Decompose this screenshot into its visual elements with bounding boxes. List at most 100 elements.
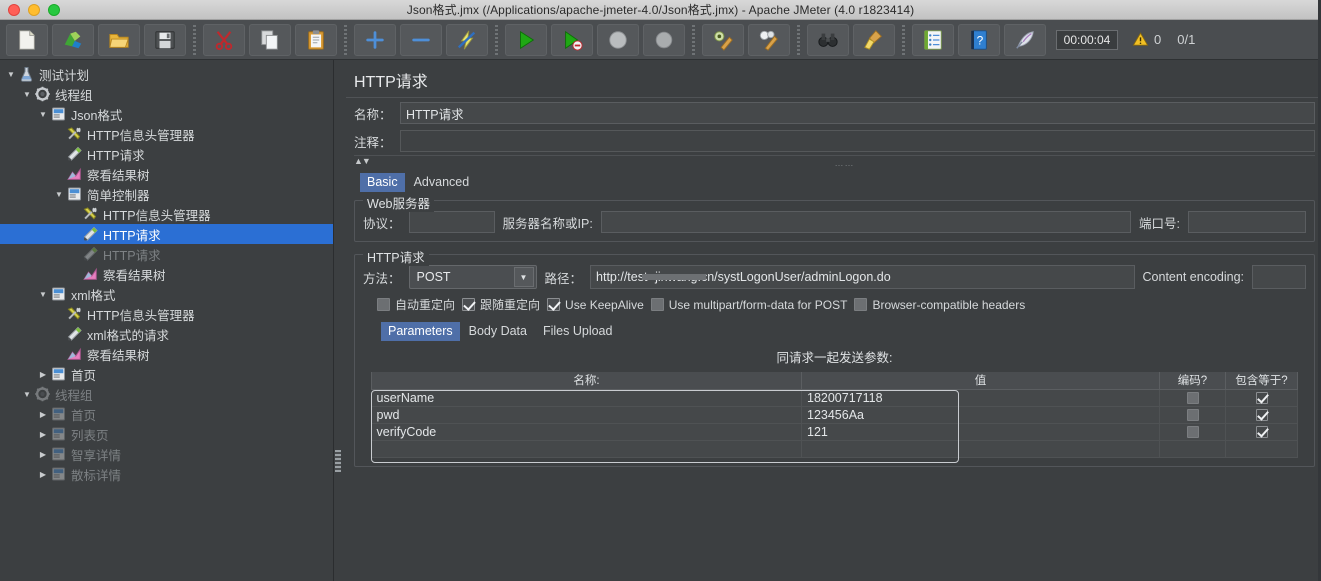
clear-all-button[interactable]	[748, 23, 790, 56]
tree-twisty-icon[interactable]: ▶	[36, 470, 50, 479]
collapse-strip[interactable]: ▲▼ ……	[354, 155, 1315, 169]
param-encode-checkbox[interactable]	[1186, 426, 1199, 439]
empty-cell[interactable]	[371, 440, 802, 458]
tree-twisty-icon[interactable]: ▶	[36, 410, 50, 419]
param-encode-checkbox[interactable]	[1186, 392, 1199, 405]
save-button[interactable]	[144, 23, 186, 56]
protocol-input[interactable]	[408, 211, 495, 233]
request-data-tabs[interactable]: Parameters Body Data Files Upload	[363, 319, 1306, 341]
empty-cell[interactable]	[1159, 440, 1226, 458]
column-header-encode[interactable]: 编码?	[1159, 372, 1226, 390]
checkbox-multipart-box[interactable]	[650, 298, 664, 311]
tree-twisty-icon[interactable]: ▼	[52, 190, 66, 199]
shutdown-button[interactable]	[643, 23, 685, 56]
test-plan-tree[interactable]: ▼ 测试计划 ▼ 线程组 ▼ Json格式 HTTP信息头管理器 HTTP请求 察看…	[0, 60, 334, 581]
param-include-equals-cell[interactable]	[1225, 423, 1298, 441]
empty-cell[interactable]	[1225, 440, 1298, 458]
column-header-include-equals[interactable]: 包含等于?	[1225, 372, 1298, 390]
copy-button[interactable]	[249, 23, 291, 56]
expand-all-button[interactable]	[354, 23, 396, 56]
chevron-down-icon[interactable]: ▼	[513, 267, 534, 287]
param-include-equals-checkbox[interactable]	[1255, 426, 1268, 439]
search-button[interactable]	[807, 23, 849, 56]
empty-cell[interactable]	[801, 440, 1160, 458]
stop-button[interactable]	[597, 23, 639, 56]
new-test-plan-button[interactable]	[6, 23, 48, 56]
cut-button[interactable]	[203, 23, 245, 56]
table-row[interactable]: verifyCode 121	[371, 423, 1298, 441]
column-header-value[interactable]: 值	[801, 372, 1160, 390]
tree-node-detail-page-2[interactable]: ▶ 散标详情	[0, 464, 333, 484]
checkbox-follow-redirects[interactable]: 跟随重定向	[462, 296, 540, 313]
tree-node-test-plan[interactable]: ▼ 测试计划	[0, 64, 333, 84]
tree-twisty-icon[interactable]: ▼	[36, 110, 50, 119]
tree-twisty-icon[interactable]: ▼	[36, 290, 50, 299]
tree-node-list-page[interactable]: ▶ 列表页	[0, 424, 333, 444]
param-include-equals-checkbox[interactable]	[1255, 392, 1268, 405]
method-select[interactable]: POST ▼	[408, 265, 537, 289]
checkbox-use-keepalive-box[interactable]	[547, 298, 561, 311]
tree-node-simple-controller[interactable]: ▼ 简单控制器	[0, 184, 333, 204]
tree-node-home-page-1[interactable]: ▶ 首页	[0, 364, 333, 384]
tree-node-detail-page-1[interactable]: ▶ 智享详情	[0, 444, 333, 464]
checkbox-follow-redirects-auto-box[interactable]	[377, 298, 390, 311]
tree-node-xml-request[interactable]: xml格式的请求	[0, 324, 333, 344]
tab-body-data[interactable]: Body Data	[462, 322, 534, 341]
content-encoding-input[interactable]	[1252, 265, 1306, 289]
checkbox-follow-redirects-box[interactable]	[462, 298, 476, 311]
tree-node-view-results-tree-1[interactable]: 察看结果树	[0, 164, 333, 184]
tab-files-upload[interactable]: Files Upload	[536, 322, 619, 341]
name-input[interactable]: HTTP请求	[400, 102, 1315, 124]
checkbox-follow-redirects-auto[interactable]: 自动重定向	[377, 296, 455, 313]
tree-node-view-results-tree-2[interactable]: 察看结果树	[0, 264, 333, 284]
tab-advanced[interactable]: Advanced	[407, 173, 477, 192]
tree-node-thread-group-2[interactable]: ▼ 线程组	[0, 384, 333, 404]
param-encode-checkbox[interactable]	[1186, 409, 1199, 422]
tree-node-view-results-tree-3[interactable]: 察看结果树	[0, 344, 333, 364]
tab-basic[interactable]: Basic	[360, 173, 405, 192]
checkbox-browser-compatible-headers-box[interactable]	[854, 298, 868, 311]
tree-twisty-icon[interactable]: ▼	[20, 390, 34, 399]
param-include-equals-cell[interactable]	[1225, 389, 1298, 407]
toggle-button[interactable]	[446, 23, 488, 56]
tree-node-http-request-selected[interactable]: HTTP请求	[0, 224, 333, 244]
collapse-arrows-icon[interactable]: ▲▼	[354, 156, 371, 166]
help-button[interactable]: ?	[958, 23, 1000, 56]
tree-twisty-icon[interactable]: ▶	[36, 430, 50, 439]
param-encode-cell[interactable]	[1159, 406, 1226, 424]
warning-indicator[interactable]: 0	[1132, 31, 1161, 48]
param-value-cell[interactable]: 121	[801, 423, 1160, 441]
param-encode-cell[interactable]	[1159, 423, 1226, 441]
tree-node-header-manager-3[interactable]: HTTP信息头管理器	[0, 304, 333, 324]
checkbox-use-keepalive[interactable]: Use KeepAlive	[547, 298, 644, 312]
tree-node-json-format[interactable]: ▼ Json格式	[0, 104, 333, 124]
param-value-cell[interactable]: 18200717118	[801, 389, 1160, 407]
function-helper-button[interactable]	[912, 23, 954, 56]
tree-node-http-request-disabled[interactable]: HTTP请求	[0, 244, 333, 264]
param-name-cell[interactable]: userName	[371, 389, 802, 407]
editor-tabs[interactable]: Basic Advanced	[346, 170, 1321, 192]
tree-node-header-manager-1[interactable]: HTTP信息头管理器	[0, 124, 333, 144]
undo-redo-button[interactable]	[1004, 23, 1046, 56]
tree-node-xml-format[interactable]: ▼ xml格式	[0, 284, 333, 304]
comment-input[interactable]	[400, 130, 1315, 152]
templates-button[interactable]	[52, 23, 94, 56]
port-input[interactable]	[1188, 211, 1306, 233]
paste-button[interactable]	[295, 23, 337, 56]
table-empty-row[interactable]	[371, 440, 1298, 458]
column-header-name[interactable]: 名称:	[371, 372, 802, 390]
param-name-cell[interactable]: verifyCode	[371, 423, 802, 441]
panel-splitter[interactable]	[335, 450, 341, 472]
tree-twisty-icon[interactable]: ▶	[36, 370, 50, 379]
table-row[interactable]: pwd 123456Aa	[371, 406, 1298, 424]
param-include-equals-checkbox[interactable]	[1255, 409, 1268, 422]
tree-twisty-icon[interactable]: ▼	[20, 90, 34, 99]
clear-button[interactable]	[702, 23, 744, 56]
checkbox-browser-compatible-headers[interactable]: Browser-compatible headers	[854, 298, 1025, 312]
table-row[interactable]: userName 18200717118	[371, 389, 1298, 407]
tree-twisty-icon[interactable]: ▶	[36, 450, 50, 459]
start-button[interactable]	[505, 23, 547, 56]
tree-node-header-manager-2[interactable]: HTTP信息头管理器	[0, 204, 333, 224]
tree-twisty-icon[interactable]: ▼	[4, 70, 18, 79]
open-button[interactable]	[98, 23, 140, 56]
